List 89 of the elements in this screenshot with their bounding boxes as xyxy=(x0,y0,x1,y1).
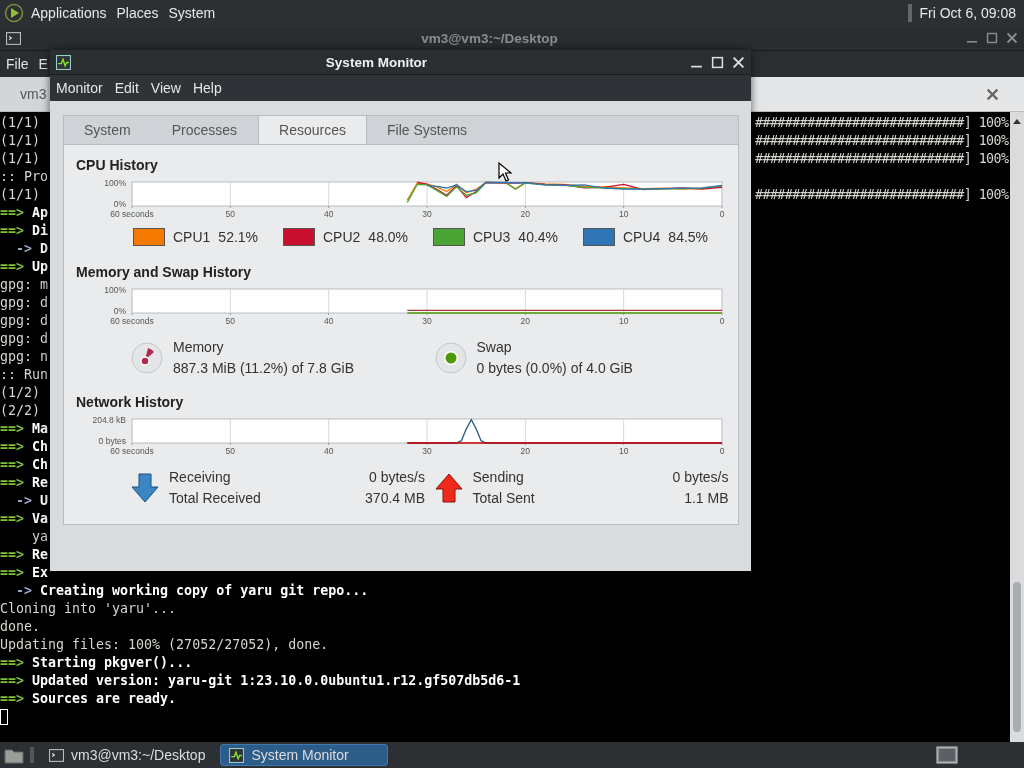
terminal-line: (1/1) xyxy=(0,114,41,132)
section-title: Memory and Swap History xyxy=(76,264,252,280)
terminal-line: ==> Starting pkgver()... xyxy=(0,654,193,672)
item-label: Receiving xyxy=(169,469,232,485)
axis-label: 40 xyxy=(323,316,334,326)
item-value: 0 bytes/s xyxy=(367,469,425,485)
terminal-line: ==> Ch xyxy=(0,438,49,456)
axis-label: 20 xyxy=(520,446,531,456)
progress-text: ############################] 100% xyxy=(755,133,1009,148)
axis-label: 10 xyxy=(618,446,629,456)
axis-label: 50 xyxy=(225,446,236,456)
section-title: Network History xyxy=(76,394,184,410)
cpu-usage: 48.0% xyxy=(368,229,409,245)
terminal-line: gpg: m xyxy=(0,276,49,294)
terminal-line: ==> Up xyxy=(0,258,49,276)
terminal-line: gpg: d xyxy=(0,312,49,330)
terminal-line: ya xyxy=(31,528,48,546)
terminal-line: gpg: d xyxy=(0,330,49,348)
terminal-line: gpg: n xyxy=(0,348,49,366)
terminal-line: (1/1) xyxy=(0,132,41,150)
item-value: 1.1 MB xyxy=(683,490,729,506)
terminal-line: ==> Ap xyxy=(0,204,49,222)
terminal-line: :: Run xyxy=(0,366,49,384)
item-value: 370.4 MB xyxy=(364,490,425,506)
axis-label: 30 xyxy=(422,316,432,326)
item-label: Memory xyxy=(173,339,225,355)
progress-text: ############################] 100% xyxy=(755,187,1009,202)
item-value: 0 bytes/s xyxy=(671,469,729,485)
cpu-name: CPU2 xyxy=(323,229,361,245)
progress-text: ############################] 100% xyxy=(755,115,1009,130)
item-label: Total Received xyxy=(169,490,262,506)
section-title: CPU History xyxy=(76,157,158,173)
axis-label: 204.8 kB xyxy=(92,415,126,425)
item-value: 0 bytes (0.0%) of 4.0 GiB xyxy=(476,360,633,376)
axis-label: 0 xyxy=(719,316,725,326)
axis-label: 30 xyxy=(422,446,432,456)
cpu-usage: 52.1% xyxy=(218,229,259,245)
terminal-line: (1/1) xyxy=(0,186,41,204)
axis-label: 40 xyxy=(323,209,334,219)
terminal-line: ==> Ma xyxy=(0,420,49,438)
cpu-name: CPU3 xyxy=(473,229,511,245)
axis-label: 60 seconds xyxy=(110,209,154,219)
item-label: Total Sent xyxy=(472,490,536,506)
axis-label: 100% xyxy=(104,178,126,188)
cpu-name: CPU1 xyxy=(173,229,211,245)
terminal-line: done. xyxy=(0,618,41,636)
axis-label: 20 xyxy=(520,209,531,219)
axis-label: 10 xyxy=(618,209,629,219)
terminal-line: :: Pro xyxy=(0,168,49,186)
terminal-line: (2/2) xyxy=(0,402,41,420)
item-value: 887.3 MiB (11.2%) of 7.8 GiB xyxy=(173,360,355,376)
axis-label: 60 seconds xyxy=(110,316,154,326)
terminal-line: Cloning into 'yaru'... xyxy=(0,600,177,618)
axis-label: 0 bytes xyxy=(98,436,126,446)
terminal-line: -> Creating working copy of yaru git repo... xyxy=(15,582,369,600)
terminal-line: gpg: d xyxy=(0,294,49,312)
cpu-name: CPU4 xyxy=(623,229,661,245)
item-label: Swap xyxy=(476,339,513,355)
axis-label: 60 seconds xyxy=(110,446,154,456)
terminal-line: (1/1) xyxy=(0,150,41,168)
axis-label: 0% xyxy=(113,306,126,316)
axis-label: 100% xyxy=(104,285,126,295)
axis-label: 40 xyxy=(323,446,334,456)
terminal-line: ==> Re xyxy=(0,474,49,492)
terminal-line: ==> Va xyxy=(0,510,49,528)
terminal-line: ==> Ch xyxy=(0,456,49,474)
axis-label: 50 xyxy=(225,316,236,326)
axis-label: 20 xyxy=(520,316,531,326)
axis-label: 0% xyxy=(113,199,126,209)
terminal-line: ==> Di xyxy=(0,222,49,240)
axis-label: 0 xyxy=(719,209,725,219)
item-label: Sending xyxy=(472,469,525,485)
axis-label: 0 xyxy=(719,446,725,456)
terminal-line: -> D xyxy=(15,240,49,258)
terminal-line: ==> Sources are ready. xyxy=(0,690,177,708)
axis-label: 50 xyxy=(225,209,236,219)
terminal-line: Updating files: 100% (27052/27052), done. xyxy=(0,636,329,654)
window-title: vm3@vm3:~/Desktop xyxy=(420,30,559,46)
progress-text: ############################] 100% xyxy=(755,151,1009,166)
window-title: System Monitor xyxy=(324,54,429,70)
axis-label: 10 xyxy=(618,316,629,326)
terminal-line: (1/2) xyxy=(0,384,41,402)
terminal-line: ==> Ex xyxy=(0,564,49,582)
terminal-line: ==> Re xyxy=(0,546,49,564)
terminal-line: -> U xyxy=(15,492,49,510)
axis-label: 30 xyxy=(422,209,432,219)
cpu-usage: 84.5% xyxy=(668,229,709,245)
cpu-usage: 40.4% xyxy=(518,229,559,245)
terminal-line: ==> Updated version: yaru-git 1:23.10.0.0ubuntu1.r12.gf507db5d6-1 xyxy=(0,672,521,690)
